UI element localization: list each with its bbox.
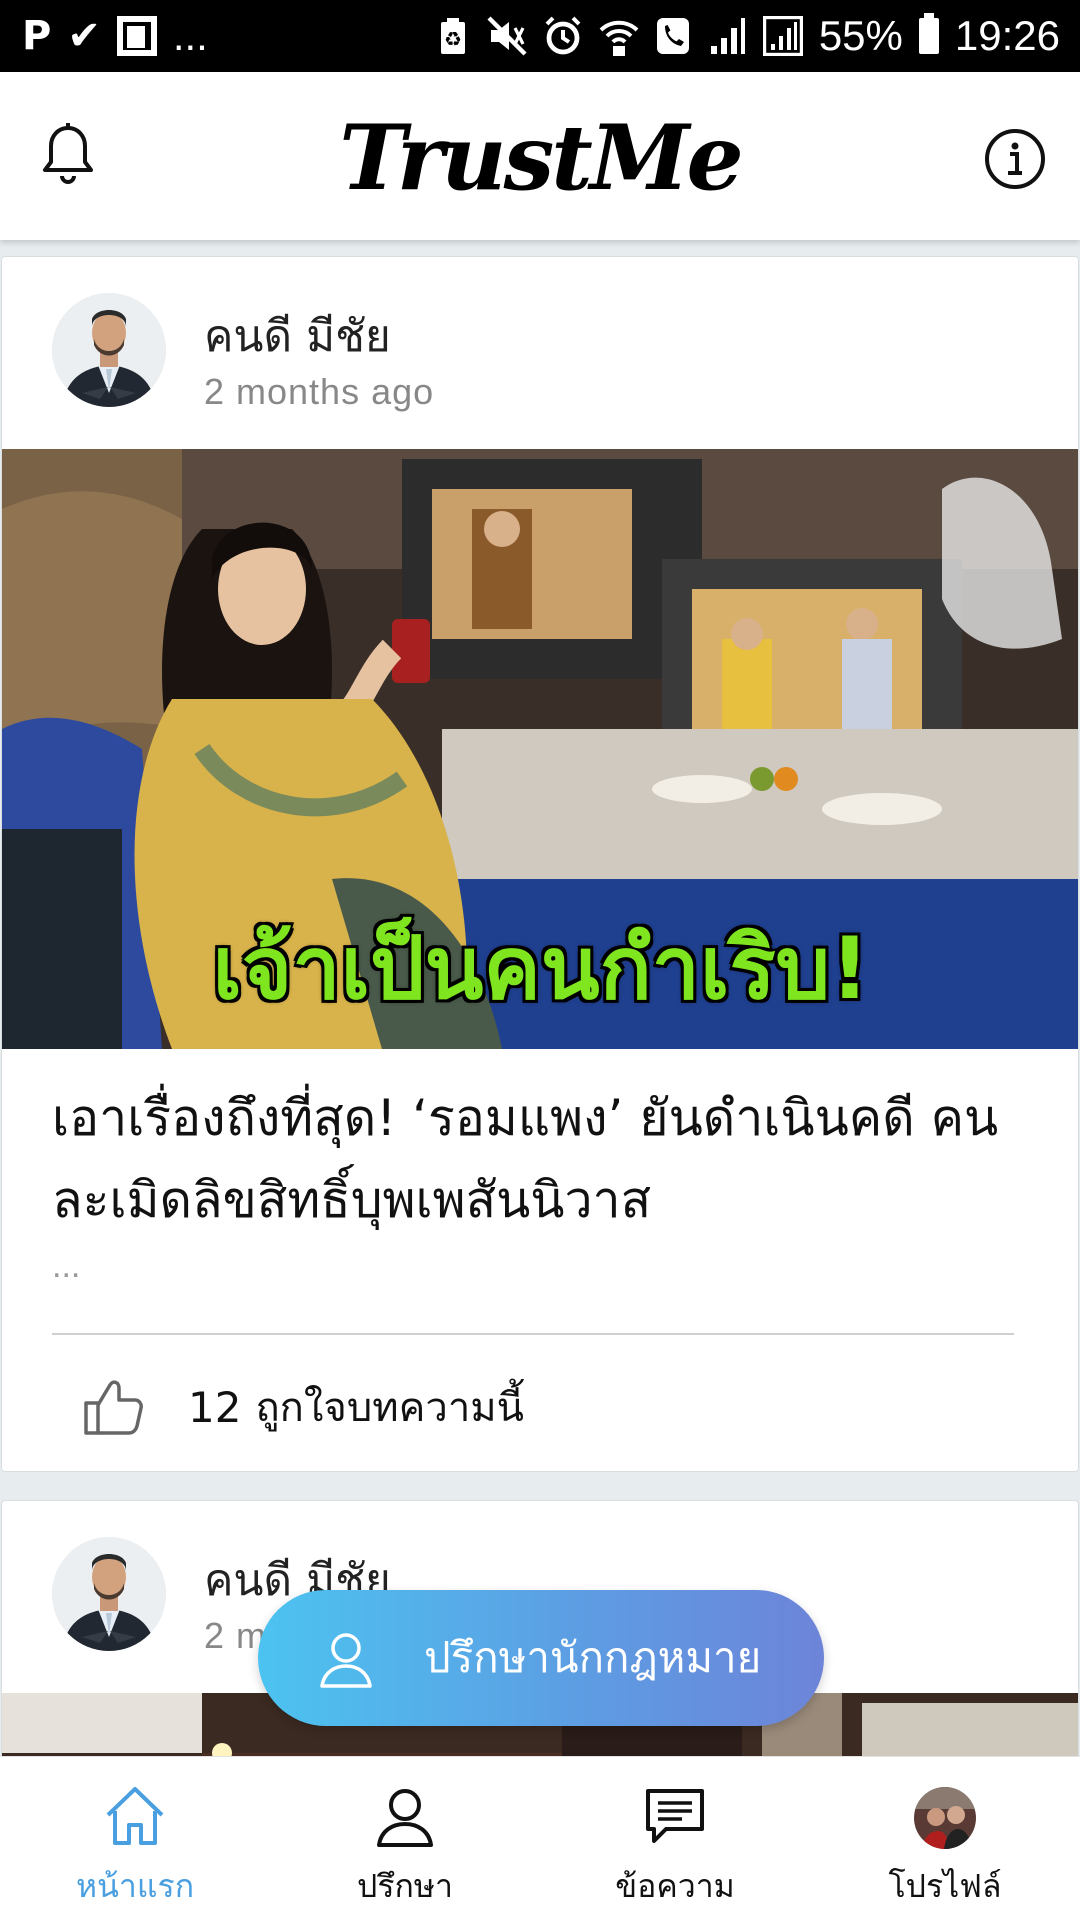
- thumbs-up-icon[interactable]: [80, 1375, 144, 1439]
- svg-text:♻: ♻: [444, 27, 462, 51]
- wifi-calling-icon: [599, 20, 639, 56]
- message-icon: [646, 1789, 704, 1843]
- feed[interactable]: คนดี มีชัย 2 months ago เจ้าเป็นคนกำเริบ…: [0, 252, 1080, 1760]
- phone-icon: [656, 18, 689, 54]
- post-card[interactable]: คนดี มีชัย 2 months ago เจ้าเป็นคนกำเริบ…: [1, 256, 1079, 1472]
- clock: 19:26: [954, 12, 1060, 59]
- alarm-icon: [545, 16, 581, 55]
- nav-home[interactable]: หน้าแรก: [0, 1757, 270, 1920]
- like-count: 12: [188, 1382, 242, 1432]
- post-header: คนดี มีชัย 2 months ago: [2, 257, 1078, 445]
- status-bar: P ✔ ... ♻ 55% 19:26: [0, 0, 1080, 72]
- parking-icon: P: [22, 13, 52, 59]
- nav-messages-label: ข้อความ: [615, 1867, 735, 1905]
- profile-avatar-image: [914, 1787, 976, 1849]
- like-row: 12 ถูกใจบทความนี้: [80, 1375, 524, 1439]
- nav-profile[interactable]: โปรไฟล์: [810, 1757, 1080, 1920]
- flipboard-icon: [116, 16, 157, 56]
- post-title[interactable]: เอาเรื่องถึงที่สุด! ‘รอมแพง’ ยันดำเนินคด…: [52, 1077, 1032, 1241]
- nav-home-label: หน้าแรก: [75, 1867, 195, 1905]
- post-divider: [52, 1333, 1014, 1335]
- post-excerpt: ...: [52, 1247, 81, 1285]
- bottom-nav: หน้าแรก ปรึกษา ข้อความ โปรไฟล์: [0, 1756, 1080, 1920]
- like-label: ถูกใจบทความนี้: [255, 1385, 525, 1431]
- app-logo: TrustMe: [339, 105, 743, 211]
- signal-icon: [762, 16, 803, 56]
- user-icon: [320, 1633, 372, 1688]
- battery-saver-icon: ♻: [440, 18, 465, 54]
- home-icon: [106, 1787, 164, 1845]
- nav-consult-label: ปรึกษา: [357, 1867, 453, 1905]
- author-avatar-image: [52, 293, 166, 407]
- consult-lawyer-label: ปรึกษานักกฎหมาย: [424, 1633, 762, 1682]
- author-avatar-image: [52, 1537, 166, 1651]
- image-caption: เจ้าเป็นคนกำเริบ!: [211, 917, 872, 1021]
- nav-profile-label: โปรไฟล์: [888, 1867, 1002, 1905]
- status-bar-right: ♻ 55% 19:26: [435, 12, 1060, 60]
- post-image[interactable]: เจ้าเป็นคนกำเริบ!: [2, 449, 1078, 1049]
- bell-icon[interactable]: [40, 122, 96, 188]
- battery-icon: [918, 13, 939, 54]
- mute-icon: [487, 16, 527, 56]
- status-bar-left: P ✔ ...: [22, 12, 208, 60]
- app-header: TrustMe: [0, 72, 1080, 240]
- battery-percent: 55%: [818, 12, 903, 59]
- flipboard-check-icon: ✔: [67, 13, 101, 59]
- info-icon[interactable]: [984, 128, 1046, 190]
- profile-avatar: [914, 1787, 976, 1849]
- nav-consult[interactable]: ปรึกษา: [270, 1757, 540, 1920]
- author-avatar[interactable]: [52, 1537, 166, 1651]
- consult-lawyer-button[interactable]: ปรึกษานักกฎหมาย: [258, 1590, 824, 1726]
- more-notifications-icon: ...: [172, 12, 208, 59]
- author-avatar[interactable]: [52, 293, 166, 407]
- user-icon: [377, 1789, 433, 1847]
- signal-icon: [710, 18, 745, 54]
- post-time: 2 months ago: [204, 371, 435, 412]
- author-name[interactable]: คนดี มีชัย: [204, 301, 391, 371]
- nav-messages[interactable]: ข้อความ: [540, 1757, 810, 1920]
